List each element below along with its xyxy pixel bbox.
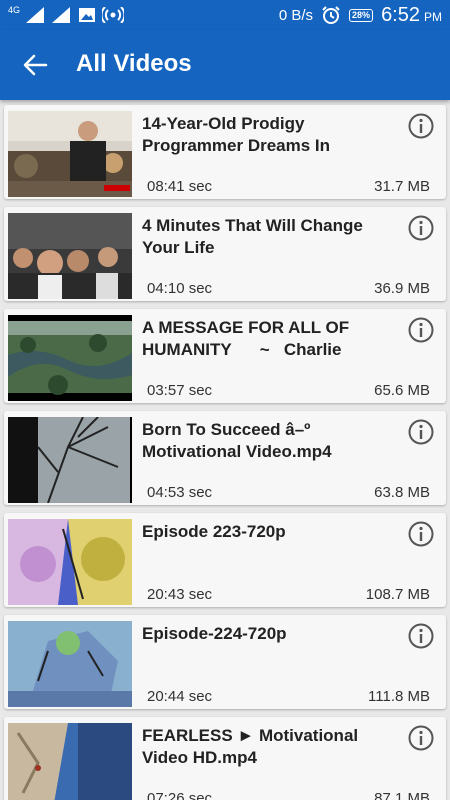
video-duration: 03:57 sec [147,382,213,399]
video-thumbnail[interactable] [8,315,132,401]
status-right: 0 B/s 28% 6:52 PM [279,0,442,30]
alarm-clock-icon [322,6,340,24]
video-thumbnail[interactable] [8,621,132,707]
video-title: Episode-224-720p [142,624,287,643]
video-title: 14-Year-Old Prodigy Programmer Dreams In [142,114,331,155]
info-icon[interactable] [408,623,434,649]
status-bar: 4G 0 B/s 28% 6:52 PM [0,0,450,30]
video-size: 87.1 MB [374,790,430,800]
video-size: 111.8 MB [368,688,430,705]
info-icon[interactable] [408,419,434,445]
page-title: All Videos [76,50,192,77]
video-duration: 20:44 sec [147,688,213,705]
video-item[interactable]: 4 Minutes That Will Change Your Life 04:… [4,207,446,301]
info-icon[interactable] [408,521,434,547]
video-size: 108.7 MB [365,586,430,603]
arrow-back-icon[interactable] [22,52,48,78]
video-item[interactable]: 14-Year-Old Prodigy Programmer Dreams In… [4,105,446,199]
image-notification-icon [79,8,96,22]
video-title: FEARLESS ► Motivational Video HD.mp4 [142,726,363,767]
video-title: A MESSAGE FOR ALL OF HUMANITY ~ Charlie [142,318,354,359]
info-icon[interactable] [408,215,434,241]
video-thumbnail[interactable] [8,213,132,299]
video-size: 65.6 MB [374,382,430,399]
video-duration: 20:43 sec [147,586,213,603]
battery-indicator: 28% [349,8,374,22]
video-thumbnail[interactable] [8,111,132,197]
video-duration: 04:53 sec [147,484,213,501]
status-left: 4G [8,4,125,26]
clock-time: 6:52 [381,3,420,26]
video-item[interactable]: FEARLESS ► Motivational Video HD.mp4 07:… [4,717,446,800]
hotspot-icon [102,7,125,23]
signal-sim2-icon [52,7,71,23]
video-duration: 04:10 sec [147,280,213,297]
video-title: Episode 223-720p [142,522,286,541]
video-item[interactable]: Born To Succeed â–º Motivational Video.m… [4,411,446,505]
video-size: 63.8 MB [374,484,430,501]
video-title: Born To Succeed â–º Motivational Video.m… [142,420,332,461]
video-size: 36.9 MB [374,280,430,297]
signal-sim1-icon [26,7,45,23]
video-thumbnail[interactable] [8,723,132,800]
info-icon[interactable] [408,113,434,139]
video-duration: 07:26 sec [147,790,213,800]
video-thumbnail[interactable] [8,417,132,503]
video-size: 31.7 MB [374,178,430,195]
video-list: 14-Year-Old Prodigy Programmer Dreams In… [0,100,450,800]
info-icon[interactable] [408,317,434,343]
info-icon[interactable] [408,725,434,751]
network-type: 4G [8,5,21,15]
app-bar: All Videos [0,30,450,100]
video-title: 4 Minutes That Will Change Your Life [142,216,368,257]
video-item[interactable]: A MESSAGE FOR ALL OF HUMANITY ~ Charlie … [4,309,446,403]
data-speed: 0 B/s [278,6,314,24]
clock-ampm: PM [424,10,442,24]
video-duration: 08:41 sec [147,178,213,195]
video-item[interactable]: Episode-224-720p 20:44 sec 111.8 MB [4,615,446,709]
video-item[interactable]: Episode 223-720p 20:43 sec 108.7 MB [4,513,446,607]
video-thumbnail[interactable] [8,519,132,605]
